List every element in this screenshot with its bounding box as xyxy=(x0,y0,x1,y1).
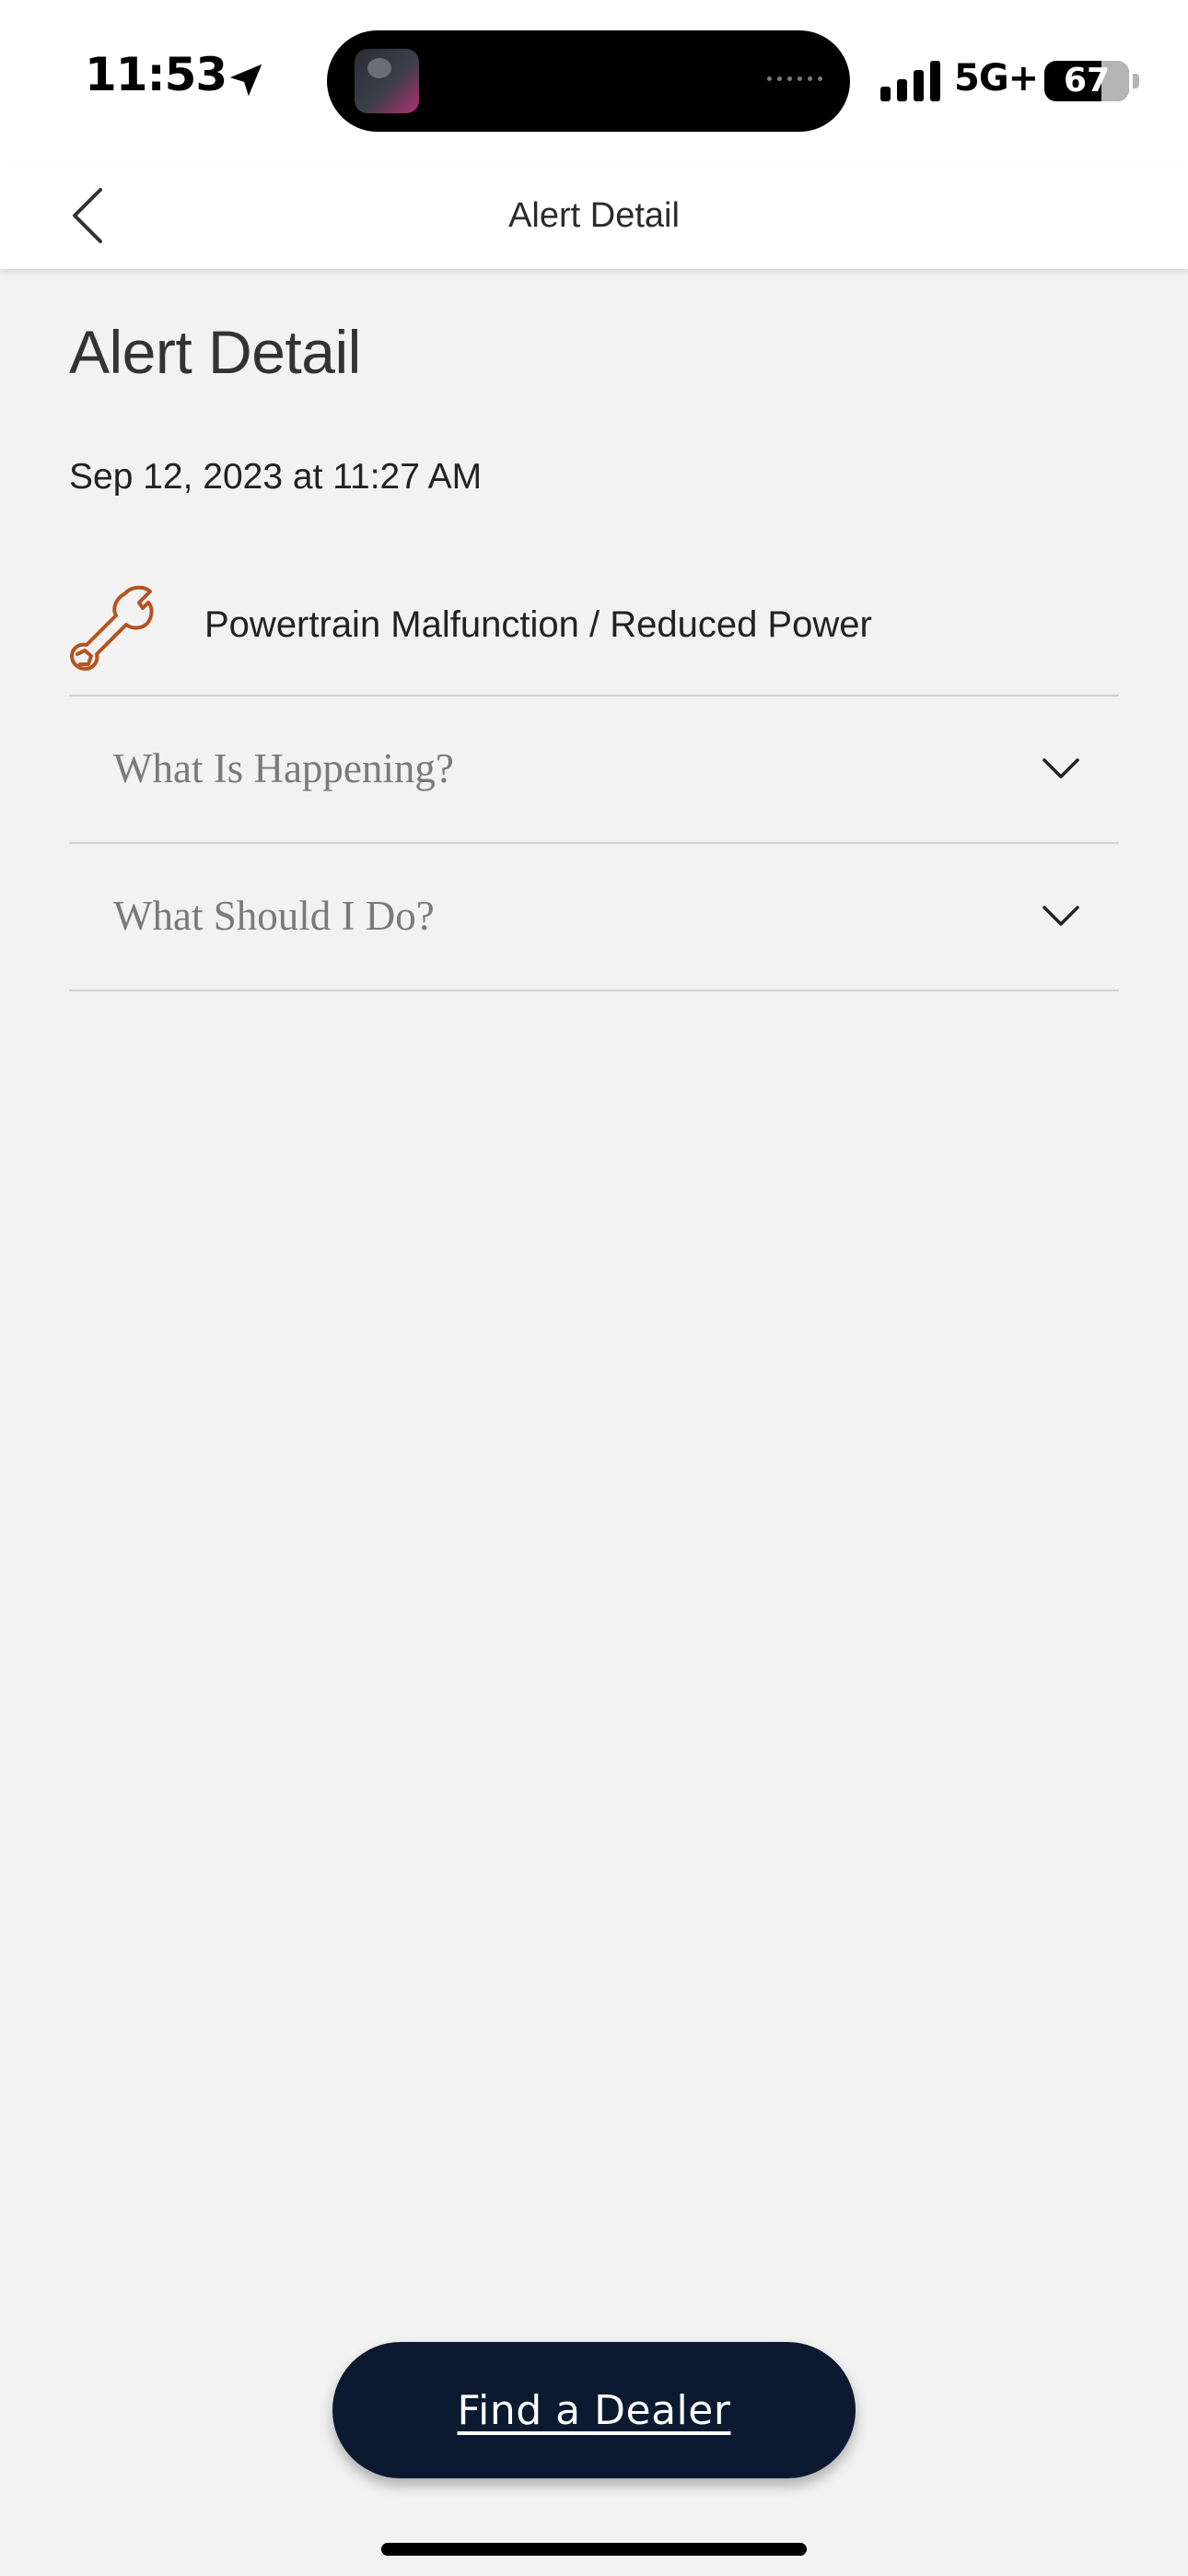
back-button[interactable] xyxy=(55,179,120,252)
network-type: 5G+ xyxy=(954,57,1039,100)
audio-activity-indicator xyxy=(767,76,822,81)
alert-name: Powertrain Malfunction / Reduced Power xyxy=(204,604,872,645)
accordion-label: What Is Happening? xyxy=(113,745,454,791)
navigation-bar: Alert Detail xyxy=(0,162,1188,269)
battery-level: 67 xyxy=(1063,62,1111,100)
location-arrow-icon xyxy=(229,64,262,97)
signal-bars-icon xyxy=(880,61,940,101)
page-title: Alert Detail xyxy=(69,318,361,386)
chevron-down-icon xyxy=(1042,906,1079,926)
divider xyxy=(69,989,1119,991)
status-time: 11:53 xyxy=(85,48,227,101)
home-indicator[interactable] xyxy=(381,2543,807,2556)
battery-tip xyxy=(1133,74,1139,88)
alert-timestamp: Sep 12, 2023 at 11:27 AM xyxy=(69,457,483,497)
accordion-what-should-i-do[interactable]: What Should I Do? xyxy=(69,844,1119,988)
chevron-left-icon xyxy=(73,188,102,243)
battery-icon: 67 xyxy=(1044,61,1129,101)
dynamic-island[interactable] xyxy=(327,30,850,132)
status-bar: 11:53 5G+ 67 xyxy=(0,0,1188,162)
accordion-label: What Should I Do? xyxy=(113,893,435,939)
alert-summary: Powertrain Malfunction / Reduced Power xyxy=(69,571,1119,697)
accordion-what-is-happening[interactable]: What Is Happening? xyxy=(69,697,1119,840)
nav-title: Alert Detail xyxy=(508,196,680,235)
chevron-down-icon xyxy=(1042,758,1079,779)
now-playing-artwork xyxy=(355,49,419,113)
find-dealer-label: Find a Dealer xyxy=(457,2386,731,2434)
wrench-icon xyxy=(70,585,154,671)
find-dealer-button[interactable]: Find a Dealer xyxy=(332,2342,856,2478)
